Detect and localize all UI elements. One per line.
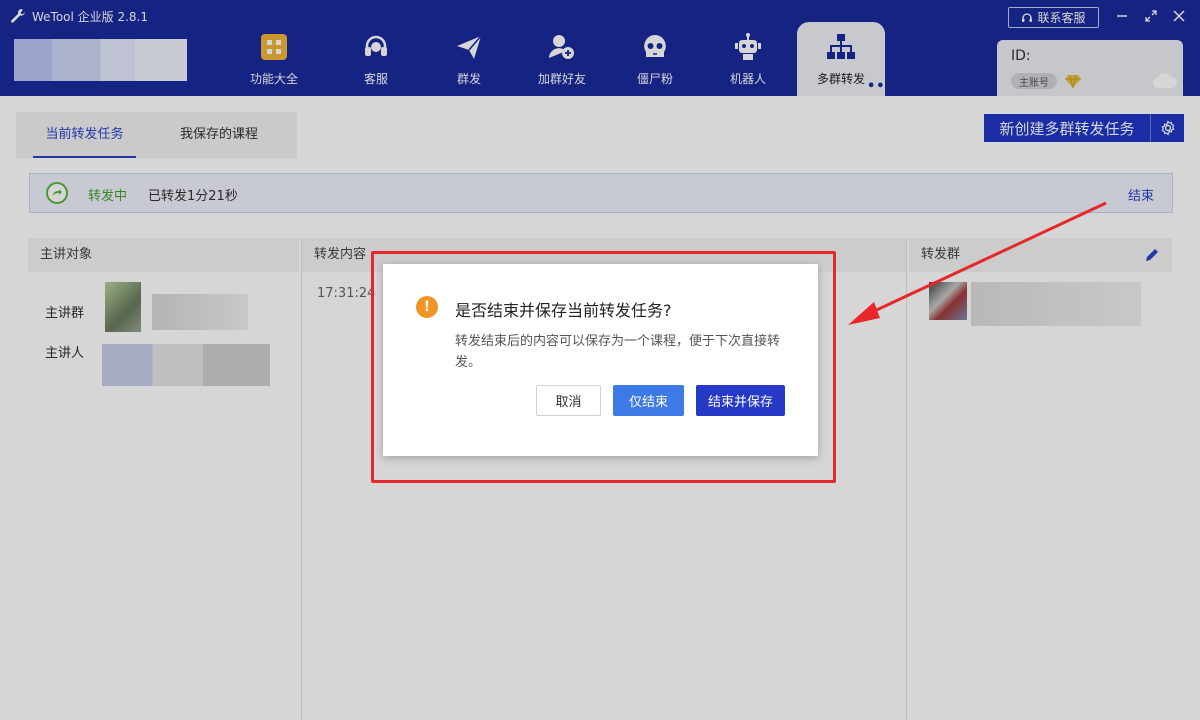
dialog-title: 是否结束并保存当前转发任务?: [455, 301, 672, 320]
end-and-save-button[interactable]: 结束并保存: [696, 385, 785, 416]
dialog-message: 转发结束后的内容可以保存为一个课程，便于下次直接转发。: [455, 334, 781, 370]
cancel-button[interactable]: 取消: [536, 385, 601, 416]
end-only-button[interactable]: 仅结束: [613, 385, 684, 416]
warning-icon: !: [416, 296, 438, 318]
end-task-confirm-dialog: ! 是否结束并保存当前转发任务? 转发结束后的内容可以保存为一个课程，便于下次直…: [383, 264, 818, 456]
